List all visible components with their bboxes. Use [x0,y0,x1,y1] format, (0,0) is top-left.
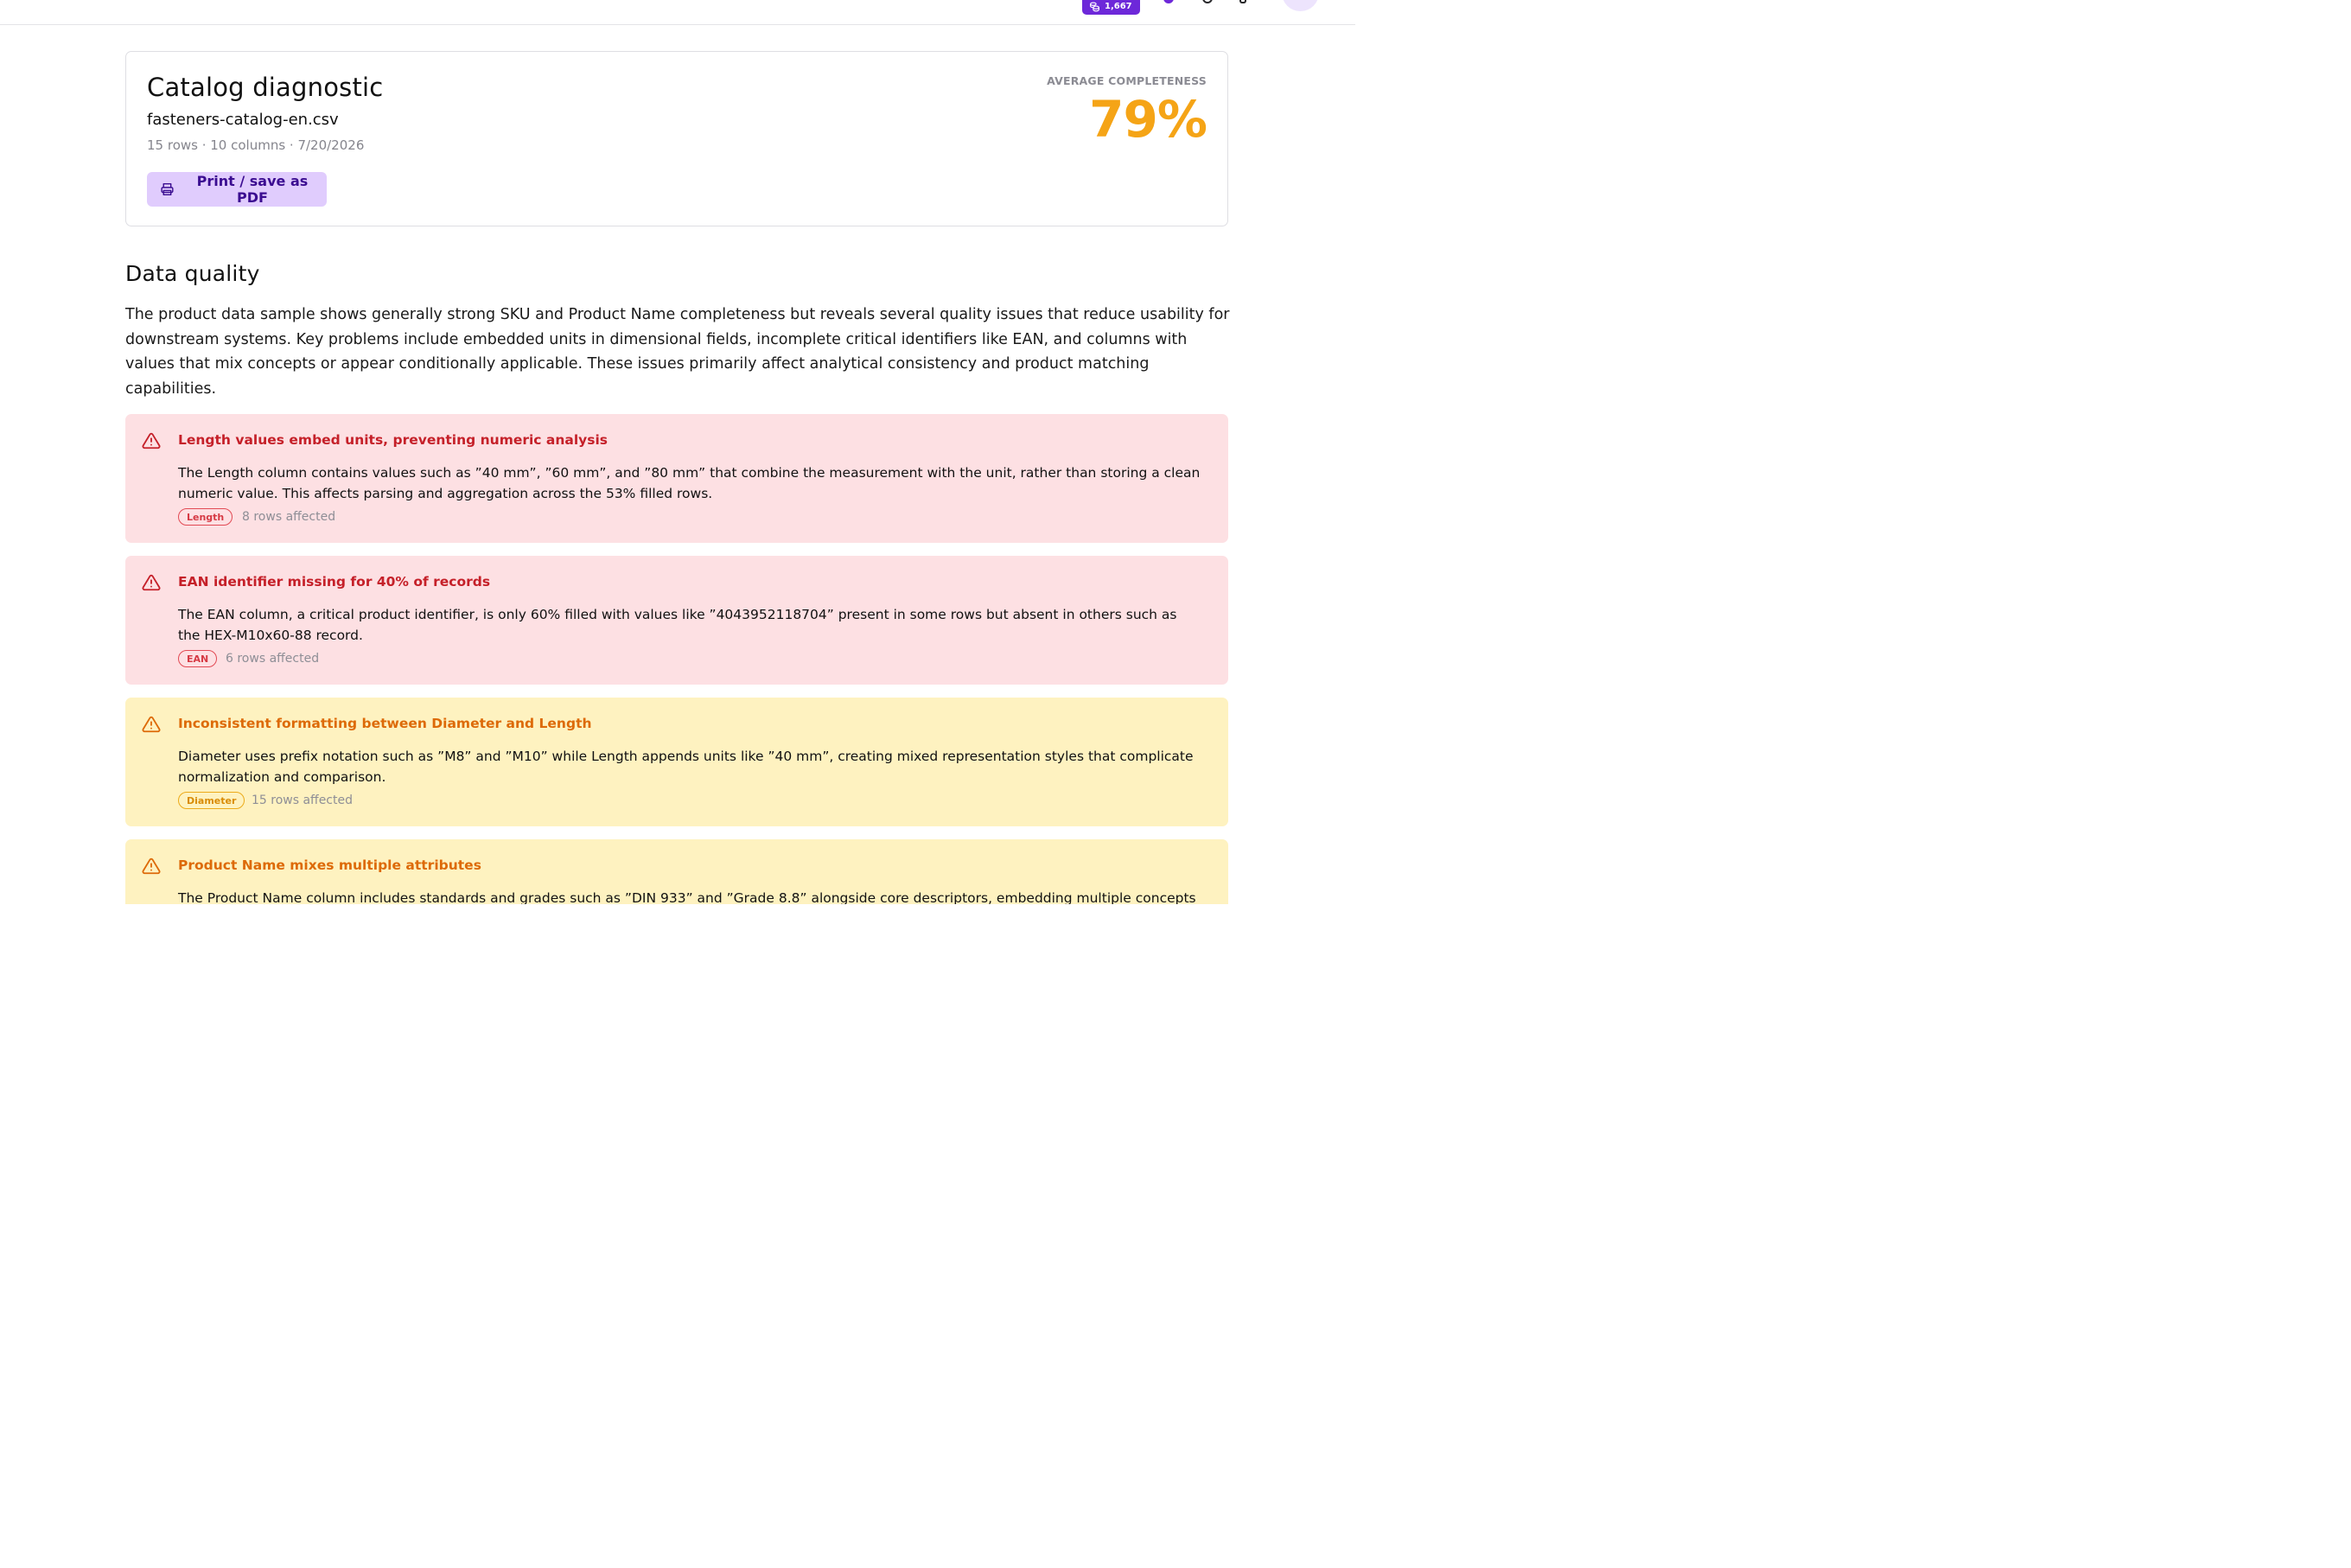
issue-description: Diameter uses prefix notation such as ”M… [178,749,1194,785]
diagnostic-summary-card: Catalog diagnostic fasteners-catalog-en.… [125,51,1228,226]
column-tag[interactable]: Diameter [178,792,245,809]
rows-affected: 8 rows affected [242,510,336,524]
rows-affected: 15 rows affected [252,794,353,807]
file-name: fasteners-catalog-en.csv [147,111,339,129]
issue-title: EAN identifier missing for 40% of record… [178,574,491,590]
issue-description: The Length column contains values such a… [178,465,1201,501]
credits-badge[interactable]: 1,667 [1082,0,1140,15]
warning-icon [142,432,161,449]
issue-card: EAN identifier missing for 40% of record… [125,556,1228,685]
credits-count: 1,667 [1105,2,1132,11]
data-quality-title: Data quality [125,261,260,286]
avatar[interactable] [1282,0,1319,11]
rows-affected: 6 rows affected [226,652,320,666]
issue-card: Length values embed units, preventing nu… [125,414,1228,543]
issue-description: The EAN column, a critical product ident… [178,607,1177,643]
warning-icon [142,857,161,875]
warning-icon [142,574,161,591]
print-button-label: Print / save as PDF [196,173,309,206]
average-completeness-value: 79% [1089,90,1207,149]
settings-icon[interactable] [1239,0,1246,3]
notification-icon[interactable] [1163,0,1174,3]
print-save-pdf-button[interactable]: Print / save as PDF [147,172,327,207]
average-completeness-label: AVERAGE COMPLETENESS [1047,74,1207,87]
issue-card: Inconsistent formatting between Diameter… [125,698,1228,826]
column-tag[interactable]: EAN [178,650,218,667]
file-metadata: 15 rows · 10 columns · 7/20/2026 [147,137,365,153]
help-icon[interactable] [1202,0,1213,3]
issue-title: Length values embed units, preventing nu… [178,432,608,448]
page-title: Catalog diagnostic [147,73,384,102]
warning-icon [142,716,161,733]
coins-icon [1090,2,1099,12]
data-quality-description: The product data sample shows generally … [125,306,1230,398]
issue-description: The Product Name column includes standar… [178,890,1196,904]
printer-icon [161,182,174,196]
top-navigation-bar: 1,667 [0,0,1355,25]
issue-title: Inconsistent formatting between Diameter… [178,716,592,731]
column-tag[interactable]: Length [178,508,233,526]
issue-card: Product Name mixes multiple attributes T… [125,839,1228,904]
issue-title: Product Name mixes multiple attributes [178,857,481,873]
